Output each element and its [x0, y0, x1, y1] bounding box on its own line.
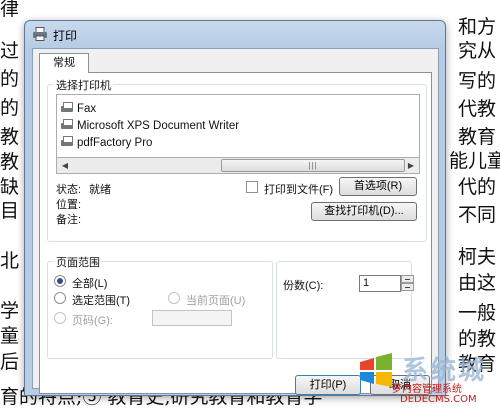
doc-line: 不同	[458, 204, 497, 226]
general-tab-panel: 选择打印机 Fax Microsoft XPS Document Writer …	[39, 72, 432, 395]
spin-down-icon[interactable]	[401, 283, 414, 291]
copies-input[interactable]: 1	[359, 275, 401, 292]
doc-line: 童	[0, 325, 20, 347]
printer-name: Fax	[77, 103, 97, 115]
doc-line: 由这	[458, 272, 497, 294]
printer-item-fax[interactable]: Fax	[60, 101, 96, 117]
doc-line: 究从	[458, 40, 497, 62]
scroll-thumb[interactable]: |||	[221, 159, 405, 172]
range-current-page-label[interactable]: 当前页面(U)	[186, 292, 245, 308]
doc-line: 能儿童	[449, 150, 500, 172]
dialog-title: 打印	[53, 29, 78, 43]
doc-line: 一般	[458, 302, 497, 324]
doc-line: 缺	[0, 176, 20, 198]
spin-up-icon[interactable]	[401, 275, 414, 283]
doc-line: 和方	[458, 16, 497, 38]
printer-icon	[60, 136, 74, 147]
select-printer-title: 选择打印机	[54, 77, 113, 93]
doc-line: 代的	[458, 176, 497, 198]
printer-icon	[60, 119, 74, 130]
location-label: 位置:	[56, 199, 82, 211]
page-numbers-input[interactable]	[152, 310, 232, 326]
doc-line: 教	[0, 151, 20, 173]
preferences-button[interactable]: 首选项(R)	[339, 177, 417, 196]
doc-line: 律	[0, 0, 20, 20]
doc-line: 后	[0, 351, 20, 373]
scroll-left-icon[interactable]: ◀	[57, 158, 73, 173]
print-to-file-label[interactable]: 打印到文件(F)	[264, 181, 333, 197]
printer-item-pdffactory[interactable]: pdfFactory Pro	[60, 135, 152, 151]
doc-line: 的	[0, 68, 20, 90]
print-to-file-checkbox[interactable]	[246, 181, 258, 193]
range-pages-label[interactable]: 页码(G):	[72, 312, 113, 328]
doc-line: 目	[0, 200, 20, 222]
range-selection-radio[interactable]	[54, 292, 66, 304]
doc-line: 写的	[458, 70, 497, 92]
site-logo-icon	[360, 353, 392, 387]
copies-label: 份数(C):	[283, 280, 324, 292]
printer-name: Microsoft XPS Document Writer	[77, 120, 240, 132]
printer-list[interactable]: Fax Microsoft XPS Document Writer pdfFac…	[56, 94, 420, 158]
range-pages-radio[interactable]	[54, 312, 66, 324]
doc-line: 的教	[458, 328, 497, 350]
doc-line: 代教	[458, 98, 497, 120]
doc-line: 教	[0, 126, 20, 148]
page-range-group: 页面范围 全部(L) 选定范围(T) 当前页面(U) 页码(G):	[47, 254, 273, 359]
print-dialog: 打印 常规 选择打印机 Fax Microsoft XPS Document W…	[24, 20, 446, 396]
doc-line: 的	[0, 97, 20, 119]
copies-stepper[interactable]	[401, 275, 414, 292]
status-value: 就绪	[89, 184, 111, 196]
printer-list-scrollbar[interactable]: ◀ ||| ▶	[56, 158, 420, 174]
copies-group: 份数(C): 1	[276, 261, 414, 359]
dialog-body: 常规 选择打印机 Fax Microsoft XPS Document Writ…	[32, 48, 439, 395]
title-bar[interactable]: 打印	[25, 21, 445, 47]
page-range-title: 页面范围	[54, 254, 102, 270]
select-printer-group: 选择打印机 Fax Microsoft XPS Document Writer …	[47, 77, 427, 242]
scroll-right-icon[interactable]: ▶	[403, 158, 419, 173]
doc-line: 柯夫	[458, 246, 497, 268]
range-selection-label[interactable]: 选定范围(T)	[72, 292, 130, 308]
tab-general[interactable]: 常规	[39, 53, 89, 73]
doc-line: 北	[0, 250, 20, 272]
range-current-page-radio[interactable]	[168, 292, 180, 304]
range-all-radio[interactable]	[54, 275, 66, 287]
doc-line: 过	[0, 40, 20, 62]
watermark-text: 梦内容管理系统	[392, 384, 462, 395]
printer-item-xps[interactable]: Microsoft XPS Document Writer	[60, 118, 239, 134]
printer-icon	[33, 27, 47, 41]
doc-line: 教育	[458, 126, 497, 148]
watermark: 系统城 梦内容管理系统 DEDECMS.COM	[352, 348, 500, 414]
comment-label: 备注:	[56, 214, 82, 226]
find-printer-button[interactable]: 查找打印机(D)...	[311, 202, 417, 221]
watermark-url: DEDECMS.COM	[400, 394, 477, 405]
printer-name: pdfFactory Pro	[77, 137, 153, 149]
status-label: 状态:	[56, 184, 82, 196]
range-all-label[interactable]: 全部(L)	[72, 275, 107, 291]
printer-icon	[60, 102, 74, 113]
doc-line: 学	[0, 300, 20, 322]
